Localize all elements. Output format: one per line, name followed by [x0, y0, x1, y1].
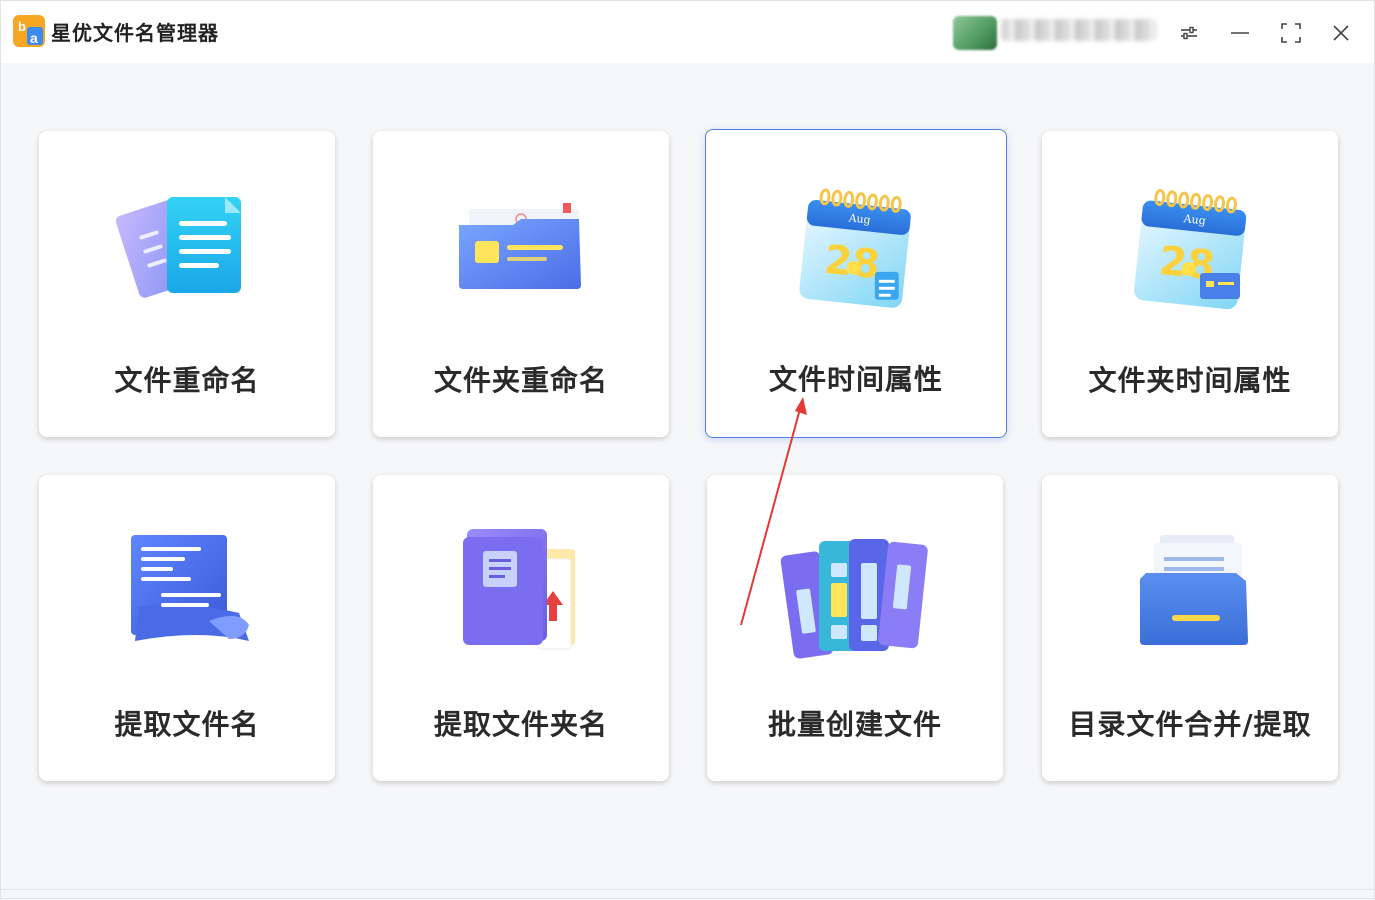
tool-label: 文件重命名	[114, 364, 260, 397]
tool-card-file-time[interactable]: Aug 28 文件时间属性	[705, 129, 1007, 438]
app-window: b a 星优文件名管理器 文件重命名 文件夹重命名 Aug 文件时间属性 Aug…	[0, 0, 1375, 899]
folder-extract-icon	[463, 529, 575, 650]
calendar-folder-icon: Aug 28	[1134, 189, 1247, 310]
tool-card-folder-rename[interactable]: 文件夹重命名	[373, 131, 669, 437]
tool-label: 提取文件夹名	[433, 708, 608, 741]
binders-icon	[780, 539, 928, 659]
tool-card-batch-create[interactable]: 批量创建文件	[707, 475, 1003, 781]
tool-card-extract-foldername[interactable]: 提取文件夹名	[373, 475, 669, 781]
tool-label: 目录文件合并/提取	[1068, 708, 1312, 741]
calendar-month: Aug	[847, 211, 871, 226]
tool-label: 批量创建文件	[767, 708, 942, 741]
file-drawer-icon	[1140, 535, 1248, 645]
calendar-file-icon: Aug 28	[799, 188, 911, 308]
documents-icon	[115, 197, 241, 298]
tool-label: 文件夹时间属性	[1088, 364, 1292, 397]
tool-card-file-rename[interactable]: 文件重命名	[39, 131, 335, 437]
calendar-month: Aug	[1182, 212, 1206, 227]
folder-card-icon	[459, 203, 581, 289]
bottom-divider	[1, 889, 1374, 890]
tool-card-folder-time[interactable]: Aug 28 文件夹时间属性	[1042, 131, 1338, 437]
tool-label: 提取文件名	[114, 708, 260, 741]
tool-card-extract-filename[interactable]: 提取文件名	[39, 475, 335, 781]
tool-label: 文件夹重命名	[433, 364, 608, 397]
tool-grid: 文件重命名 文件夹重命名 Aug 文件时间属性 Aug 文件夹时间属性 提取文件…	[1, 1, 1374, 898]
tool-card-merge-extract[interactable]: 目录文件合并/提取	[1042, 475, 1338, 781]
scroll-document-icon	[131, 535, 249, 641]
tool-label: 文件时间属性	[768, 363, 943, 396]
